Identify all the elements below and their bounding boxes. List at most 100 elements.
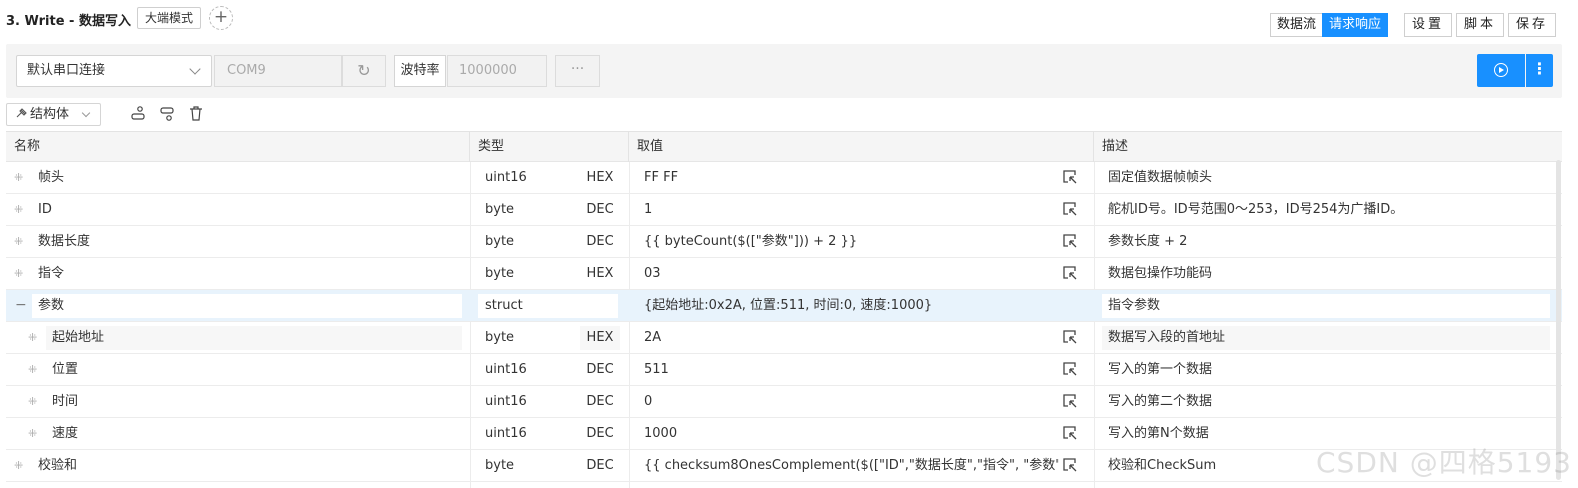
- tab-request-response[interactable]: 请求响应: [1322, 13, 1389, 37]
- connection-type-select[interactable]: 默认串口连接: [16, 55, 212, 87]
- field-value[interactable]: 03: [644, 258, 1059, 289]
- field-format[interactable]: DEC: [580, 386, 620, 417]
- field-format[interactable]: HEX: [580, 326, 620, 350]
- port-input[interactable]: COM9: [214, 55, 342, 87]
- tab-data-stream[interactable]: 数据流: [1270, 13, 1324, 37]
- field-value[interactable]: FF FF: [644, 162, 1059, 193]
- drag-handle-icon[interactable]: ⁜: [14, 450, 23, 481]
- field-value[interactable]: 0: [644, 386, 1059, 417]
- drag-handle-icon[interactable]: ⁜: [14, 194, 23, 225]
- field-format[interactable]: HEX: [580, 258, 620, 289]
- field-type[interactable]: uint16: [478, 354, 578, 385]
- field-description[interactable]: 指令参数: [1102, 294, 1550, 318]
- drag-handle-icon[interactable]: ⁜: [28, 322, 37, 353]
- field-format[interactable]: DEC: [580, 450, 620, 481]
- field-type[interactable]: byte: [478, 450, 578, 481]
- field-value[interactable]: {{ checksum8OnesComplement($(["ID","数据长度…: [644, 450, 1059, 481]
- field-type[interactable]: struct: [478, 294, 618, 318]
- field-type[interactable]: uint16: [478, 386, 578, 417]
- add-icon[interactable]: +: [209, 6, 233, 30]
- settings-button[interactable]: 设置: [1404, 13, 1453, 37]
- page-title: 3. Write - 数据写入: [6, 14, 131, 29]
- collapse-icon[interactable]: −: [15, 290, 27, 321]
- field-description[interactable]: 数据包操作功能码: [1102, 258, 1550, 289]
- more-options-button[interactable]: ···: [555, 55, 600, 87]
- field-format[interactable]: DEC: [580, 226, 620, 257]
- field-type[interactable]: uint16: [478, 162, 578, 193]
- insert-above-icon[interactable]: [130, 105, 146, 123]
- drag-handle-icon[interactable]: ⁜: [28, 354, 37, 385]
- edit-expression-icon[interactable]: [1063, 266, 1077, 280]
- table-row[interactable]: ⁜ 指令 byte HEX 03 数据包操作功能码: [6, 258, 1562, 290]
- field-value[interactable]: {{ byteCount($(["参数"])) + 2 }}: [644, 226, 1059, 257]
- baud-rate-input[interactable]: 1000000: [447, 55, 547, 87]
- field-name[interactable]: 速度: [46, 418, 462, 449]
- edit-expression-icon[interactable]: [1063, 330, 1077, 344]
- field-description[interactable]: 数据写入段的首地址: [1102, 326, 1550, 350]
- field-format[interactable]: HEX: [580, 162, 620, 193]
- field-description[interactable]: 舵机ID号。ID号范围0～253，ID号254为广播ID。: [1102, 194, 1550, 225]
- field-format[interactable]: DEC: [580, 354, 620, 385]
- edit-expression-icon[interactable]: [1063, 170, 1077, 184]
- save-button[interactable]: 保存: [1508, 13, 1557, 37]
- struct-type-select[interactable]: 结构体: [6, 103, 101, 126]
- field-type[interactable]: byte: [478, 322, 578, 353]
- field-description[interactable]: 写入的第二个数据: [1102, 386, 1550, 417]
- field-name[interactable]: 校验和: [32, 450, 462, 481]
- field-name[interactable]: 指令: [32, 258, 462, 289]
- table-row[interactable]: ⁜ 位置 uint16 DEC 511 写入的第一个数据: [6, 354, 1562, 386]
- field-description[interactable]: 参数长度 + 2: [1102, 226, 1550, 257]
- field-value[interactable]: 511: [644, 354, 1059, 385]
- insert-below-icon[interactable]: [159, 105, 175, 123]
- field-value[interactable]: 2A: [644, 322, 1059, 353]
- scrollbar[interactable]: [1556, 160, 1561, 480]
- chevron-down-icon: [189, 63, 201, 75]
- drag-handle-icon[interactable]: ⁜: [28, 418, 37, 449]
- table-row[interactable]: − 参数 struct {起始地址:0x2A, 位置:511, 时间:0, 速度:10…: [6, 290, 1562, 322]
- edit-expression-icon[interactable]: [1063, 426, 1077, 440]
- field-value[interactable]: 1: [644, 194, 1059, 225]
- drag-handle-icon[interactable]: ⁜: [14, 226, 23, 257]
- kebab-menu-icon[interactable]: ⋮: [1526, 54, 1553, 87]
- field-format[interactable]: DEC: [580, 418, 620, 449]
- table-row[interactable]: ⁜ 起始地址 byte HEX 2A 数据写入段的首地址: [6, 322, 1562, 354]
- delete-icon[interactable]: [188, 105, 204, 123]
- edit-expression-icon[interactable]: [1063, 394, 1077, 408]
- field-name[interactable]: ID: [32, 194, 462, 225]
- field-type[interactable]: uint16: [478, 418, 578, 449]
- field-name[interactable]: 帧头: [32, 162, 462, 193]
- table-row[interactable]: ⁜ ID byte DEC 1 舵机ID号。ID号范围0～253，ID号254为广播ID。: [6, 194, 1562, 226]
- field-format[interactable]: DEC: [580, 194, 620, 225]
- table-row[interactable]: ⁜ 时间 uint16 DEC 0 写入的第二个数据: [6, 386, 1562, 418]
- field-description[interactable]: 固定值数据帧帧头: [1102, 162, 1550, 193]
- column-header-type: 类型: [470, 132, 629, 162]
- field-name[interactable]: 起始地址: [46, 326, 462, 350]
- edit-expression-icon[interactable]: [1063, 362, 1077, 376]
- edit-expression-icon[interactable]: [1063, 234, 1077, 248]
- field-name[interactable]: 时间: [46, 386, 462, 417]
- drag-handle-icon[interactable]: ⁜: [28, 386, 37, 417]
- run-button[interactable]: [1477, 54, 1525, 87]
- field-type[interactable]: byte: [478, 226, 578, 257]
- refresh-icon[interactable]: ↻: [342, 55, 386, 87]
- edit-expression-icon[interactable]: [1063, 458, 1077, 472]
- toolbar: 结构体: [6, 103, 406, 127]
- field-name[interactable]: 参数: [32, 294, 462, 318]
- field-value[interactable]: 1000: [644, 418, 1059, 449]
- field-name[interactable]: 位置: [46, 354, 462, 385]
- drag-handle-icon[interactable]: ⁜: [14, 162, 23, 193]
- script-button[interactable]: 脚本: [1456, 13, 1505, 37]
- field-type[interactable]: byte: [478, 194, 578, 225]
- endian-mode-button[interactable]: 大端模式: [137, 7, 202, 29]
- field-type[interactable]: byte: [478, 258, 578, 289]
- field-name[interactable]: 数据长度: [32, 226, 462, 257]
- header: 3. Write - 数据写入 大端模式 + 数据流 请求响应 设置 脚本 保存: [0, 0, 1578, 40]
- table-row[interactable]: ⁜ 数据长度 byte DEC {{ byteCount($(["参数"])) + 2 …: [6, 226, 1562, 258]
- field-value[interactable]: {起始地址:0x2A, 位置:511, 时间:0, 速度:1000}: [644, 290, 1059, 321]
- drag-handle-icon[interactable]: ⁜: [14, 258, 23, 289]
- watermark: CSDN @四格5193: [1316, 446, 1572, 479]
- field-description[interactable]: 写入的第一个数据: [1102, 354, 1550, 385]
- table-row[interactable]: ⁜ 帧头 uint16 HEX FF FF 固定值数据帧帧头: [6, 162, 1562, 194]
- edit-expression-icon[interactable]: [1063, 202, 1077, 216]
- fields-table: 名称 类型 取值 描述 ⁜ 帧头 uint16 HEX FF FF 固定值数据帧帧头 ⁜ ID…: [6, 131, 1562, 488]
